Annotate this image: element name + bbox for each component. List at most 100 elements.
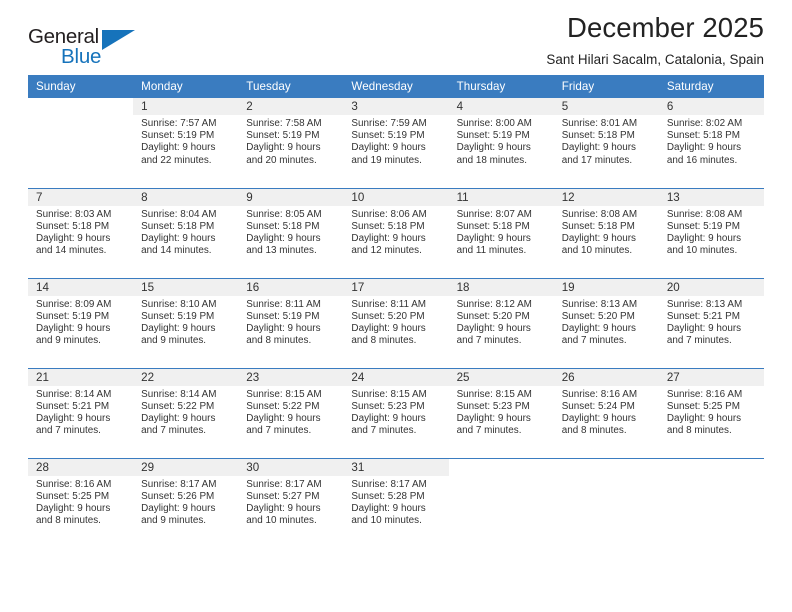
calendar-day-cell[interactable]: 1 Sunrise: 7:57 AM Sunset: 5:19 PM Daylight… <box>133 98 239 188</box>
weekday-header-sunday: Sunday <box>28 75 134 98</box>
weekday-header-thursday: Thursday <box>448 75 554 98</box>
daylight-text-line2: and 7 minutes. <box>456 425 522 437</box>
daylight-text-line1: Daylight: 9 hours <box>36 412 111 424</box>
day-number: 7 <box>28 188 134 206</box>
sunrise-text: Sunrise: 8:13 AM <box>561 298 638 310</box>
sunset-text: Sunset: 5:19 PM <box>141 310 215 322</box>
daylight-text-line1: Daylight: 9 hours <box>246 232 321 244</box>
day-number <box>659 459 764 476</box>
day-details: Sunrise: 7:57 AM Sunset: 5:19 PM Daylight:… <box>133 115 238 167</box>
daylight-text-line2: and 8 minutes. <box>351 335 417 347</box>
daylight-text-line1: Daylight: 9 hours <box>666 412 742 424</box>
day-details: Sunrise: 8:15 AM Sunset: 5:23 PM Daylight:… <box>343 386 448 438</box>
calendar-day-cell[interactable]: 13 Sunrise: 8:08 AM Sunset: 5:19 PM Dayligh… <box>658 187 764 278</box>
calendar-day-cell[interactable]: 21 Sunrise: 8:14 AM Sunset: 5:21 PM Dayligh… <box>28 367 134 458</box>
day-number: 16 <box>238 278 344 296</box>
calendar-day-cell[interactable]: 19 Sunrise: 8:13 AM Sunset: 5:20 PM Dayligh… <box>553 277 659 368</box>
sunset-text: Sunset: 5:22 PM <box>246 400 320 412</box>
day-details: Sunrise: 8:14 AM Sunset: 5:22 PM Daylight:… <box>133 386 238 438</box>
calendar-day-cell[interactable]: 16 Sunrise: 8:11 AM Sunset: 5:19 PM Dayligh… <box>238 277 344 368</box>
calendar-day-cell[interactable]: 14 Sunrise: 8:09 AM Sunset: 5:19 PM Dayligh… <box>28 277 134 368</box>
day-number <box>554 459 659 476</box>
triangle-icon <box>102 30 135 50</box>
sunrise-text: Sunrise: 8:06 AM <box>351 208 427 220</box>
daylight-text-line1: Daylight: 9 hours <box>351 322 426 334</box>
sunset-text: Sunset: 5:18 PM <box>666 130 741 142</box>
daylight-text-line2: and 8 minutes. <box>36 515 101 527</box>
day-details: Sunrise: 8:10 AM Sunset: 5:19 PM Daylight:… <box>133 296 238 348</box>
daylight-text-line1: Daylight: 9 hours <box>36 502 111 514</box>
day-number: 23 <box>238 368 344 386</box>
calendar-day-cell[interactable]: 22 Sunrise: 8:14 AM Sunset: 5:22 PM Dayligh… <box>133 367 239 458</box>
sunrise-text: Sunrise: 8:16 AM <box>36 478 112 490</box>
calendar-day-cell[interactable]: 25 Sunrise: 8:15 AM Sunset: 5:23 PM Dayligh… <box>448 367 554 458</box>
sunrise-text: Sunrise: 8:15 AM <box>351 388 427 400</box>
logo-text-blue: Blue <box>61 45 102 68</box>
daylight-text-line1: Daylight: 9 hours <box>246 502 321 514</box>
calendar-day-cell[interactable]: 10 Sunrise: 8:06 AM Sunset: 5:18 PM Dayligh… <box>343 187 449 278</box>
calendar-day-cell[interactable]: 11 Sunrise: 8:07 AM Sunset: 5:18 PM Dayligh… <box>448 187 554 278</box>
day-details: Sunrise: 8:11 AM Sunset: 5:20 PM Daylight:… <box>343 296 448 348</box>
daylight-text-line2: and 12 minutes. <box>351 245 422 257</box>
calendar-day-cell[interactable]: 4 Sunrise: 8:00 AM Sunset: 5:19 PM Daylight… <box>448 98 554 188</box>
daylight-text-line1: Daylight: 9 hours <box>141 232 216 244</box>
day-details: Sunrise: 8:17 AM Sunset: 5:28 PM Daylight:… <box>343 476 448 528</box>
sunset-text: Sunset: 5:19 PM <box>246 310 320 322</box>
day-number: 1 <box>133 98 239 115</box>
calendar-day-cell[interactable]: 23 Sunrise: 8:15 AM Sunset: 5:22 PM Dayligh… <box>238 367 344 458</box>
calendar-day-cell[interactable]: 31 Sunrise: 8:17 AM Sunset: 5:28 PM Dayligh… <box>343 457 449 548</box>
day-number: 28 <box>28 458 134 476</box>
general-blue-logo: General Blue <box>28 24 148 68</box>
day-number <box>28 98 133 115</box>
calendar-day-cell-empty <box>658 457 764 548</box>
calendar-day-cell[interactable]: 28 Sunrise: 8:16 AM Sunset: 5:25 PM Dayligh… <box>28 457 134 548</box>
calendar-day-cell[interactable]: 24 Sunrise: 8:15 AM Sunset: 5:23 PM Dayligh… <box>343 367 449 458</box>
day-number: 14 <box>28 278 134 296</box>
calendar-day-cell[interactable]: 12 Sunrise: 8:08 AM Sunset: 5:18 PM Dayligh… <box>553 187 659 278</box>
calendar-day-cell[interactable]: 2 Sunrise: 7:58 AM Sunset: 5:19 PM Daylight… <box>238 98 344 188</box>
calendar-day-cell[interactable]: 20 Sunrise: 8:13 AM Sunset: 5:21 PM Dayligh… <box>658 277 764 368</box>
daylight-text-line2: and 7 minutes. <box>246 425 312 437</box>
calendar-day-cell[interactable]: 3 Sunrise: 7:59 AM Sunset: 5:19 PM Daylight… <box>343 98 449 188</box>
calendar-day-cell-empty <box>448 457 554 548</box>
calendar-day-cell[interactable]: 17 Sunrise: 8:11 AM Sunset: 5:20 PM Dayligh… <box>343 277 449 368</box>
sunset-text: Sunset: 5:18 PM <box>561 220 635 232</box>
daylight-text-line1: Daylight: 9 hours <box>561 232 636 244</box>
calendar-day-cell[interactable]: 6 Sunrise: 8:02 AM Sunset: 5:18 PM Daylight… <box>658 98 764 188</box>
day-number <box>449 459 554 476</box>
calendar-day-cell[interactable]: 29 Sunrise: 8:17 AM Sunset: 5:26 PM Dayligh… <box>133 457 239 548</box>
page-subtitle: Sant Hilari Sacalm, Catalonia, Spain <box>546 51 764 67</box>
day-details: Sunrise: 7:58 AM Sunset: 5:19 PM Daylight:… <box>238 115 343 167</box>
daylight-text-line1: Daylight: 9 hours <box>351 412 426 424</box>
calendar-day-cell[interactable]: 7 Sunrise: 8:03 AM Sunset: 5:18 PM Daylight… <box>28 187 134 278</box>
calendar-day-cell[interactable]: 9 Sunrise: 8:05 AM Sunset: 5:18 PM Daylight… <box>238 187 344 278</box>
daylight-text-line1: Daylight: 9 hours <box>141 502 216 514</box>
calendar-day-cell[interactable]: 18 Sunrise: 8:12 AM Sunset: 5:20 PM Dayligh… <box>448 277 554 368</box>
calendar-day-cell[interactable]: 27 Sunrise: 8:16 AM Sunset: 5:25 PM Dayligh… <box>658 367 764 458</box>
calendar-week-row: 28 Sunrise: 8:16 AM Sunset: 5:25 PM Dayligh… <box>28 457 764 548</box>
day-number: 10 <box>343 188 449 206</box>
calendar-day-cell[interactable]: 5 Sunrise: 8:01 AM Sunset: 5:18 PM Daylight… <box>553 98 659 188</box>
day-details: Sunrise: 8:15 AM Sunset: 5:22 PM Daylight:… <box>238 386 343 438</box>
weekday-header-friday: Friday <box>553 75 659 98</box>
weekday-header-saturday: Saturday <box>658 75 764 98</box>
sunset-text: Sunset: 5:26 PM <box>141 490 215 502</box>
day-details: Sunrise: 8:05 AM Sunset: 5:18 PM Daylight:… <box>238 206 343 258</box>
day-number: 27 <box>658 368 764 386</box>
sunrise-text: Sunrise: 7:57 AM <box>141 118 217 129</box>
daylight-text-line2: and 10 minutes. <box>246 515 317 527</box>
calendar-day-cell[interactable]: 30 Sunrise: 8:17 AM Sunset: 5:27 PM Dayligh… <box>238 457 344 548</box>
calendar-page: General Blue December 2025 Sant Hilari S… <box>0 0 792 612</box>
calendar-day-cell-empty <box>553 457 659 548</box>
calendar-day-cell[interactable]: 15 Sunrise: 8:10 AM Sunset: 5:19 PM Dayligh… <box>133 277 239 368</box>
sunrise-text: Sunrise: 8:15 AM <box>456 388 532 400</box>
sunset-text: Sunset: 5:21 PM <box>666 310 741 322</box>
daylight-text-line1: Daylight: 9 hours <box>666 322 742 334</box>
calendar-day-cell[interactable]: 8 Sunrise: 8:04 AM Sunset: 5:18 PM Daylight… <box>133 187 239 278</box>
sunset-text: Sunset: 5:22 PM <box>141 400 215 412</box>
sunrise-text: Sunrise: 8:16 AM <box>666 388 743 400</box>
calendar-day-cell[interactable]: 26 Sunrise: 8:16 AM Sunset: 5:24 PM Dayligh… <box>553 367 659 458</box>
sunrise-text: Sunrise: 8:15 AM <box>246 388 322 400</box>
daylight-text-line2: and 18 minutes. <box>456 154 527 166</box>
day-details: Sunrise: 8:00 AM Sunset: 5:19 PM Daylight:… <box>449 115 554 167</box>
